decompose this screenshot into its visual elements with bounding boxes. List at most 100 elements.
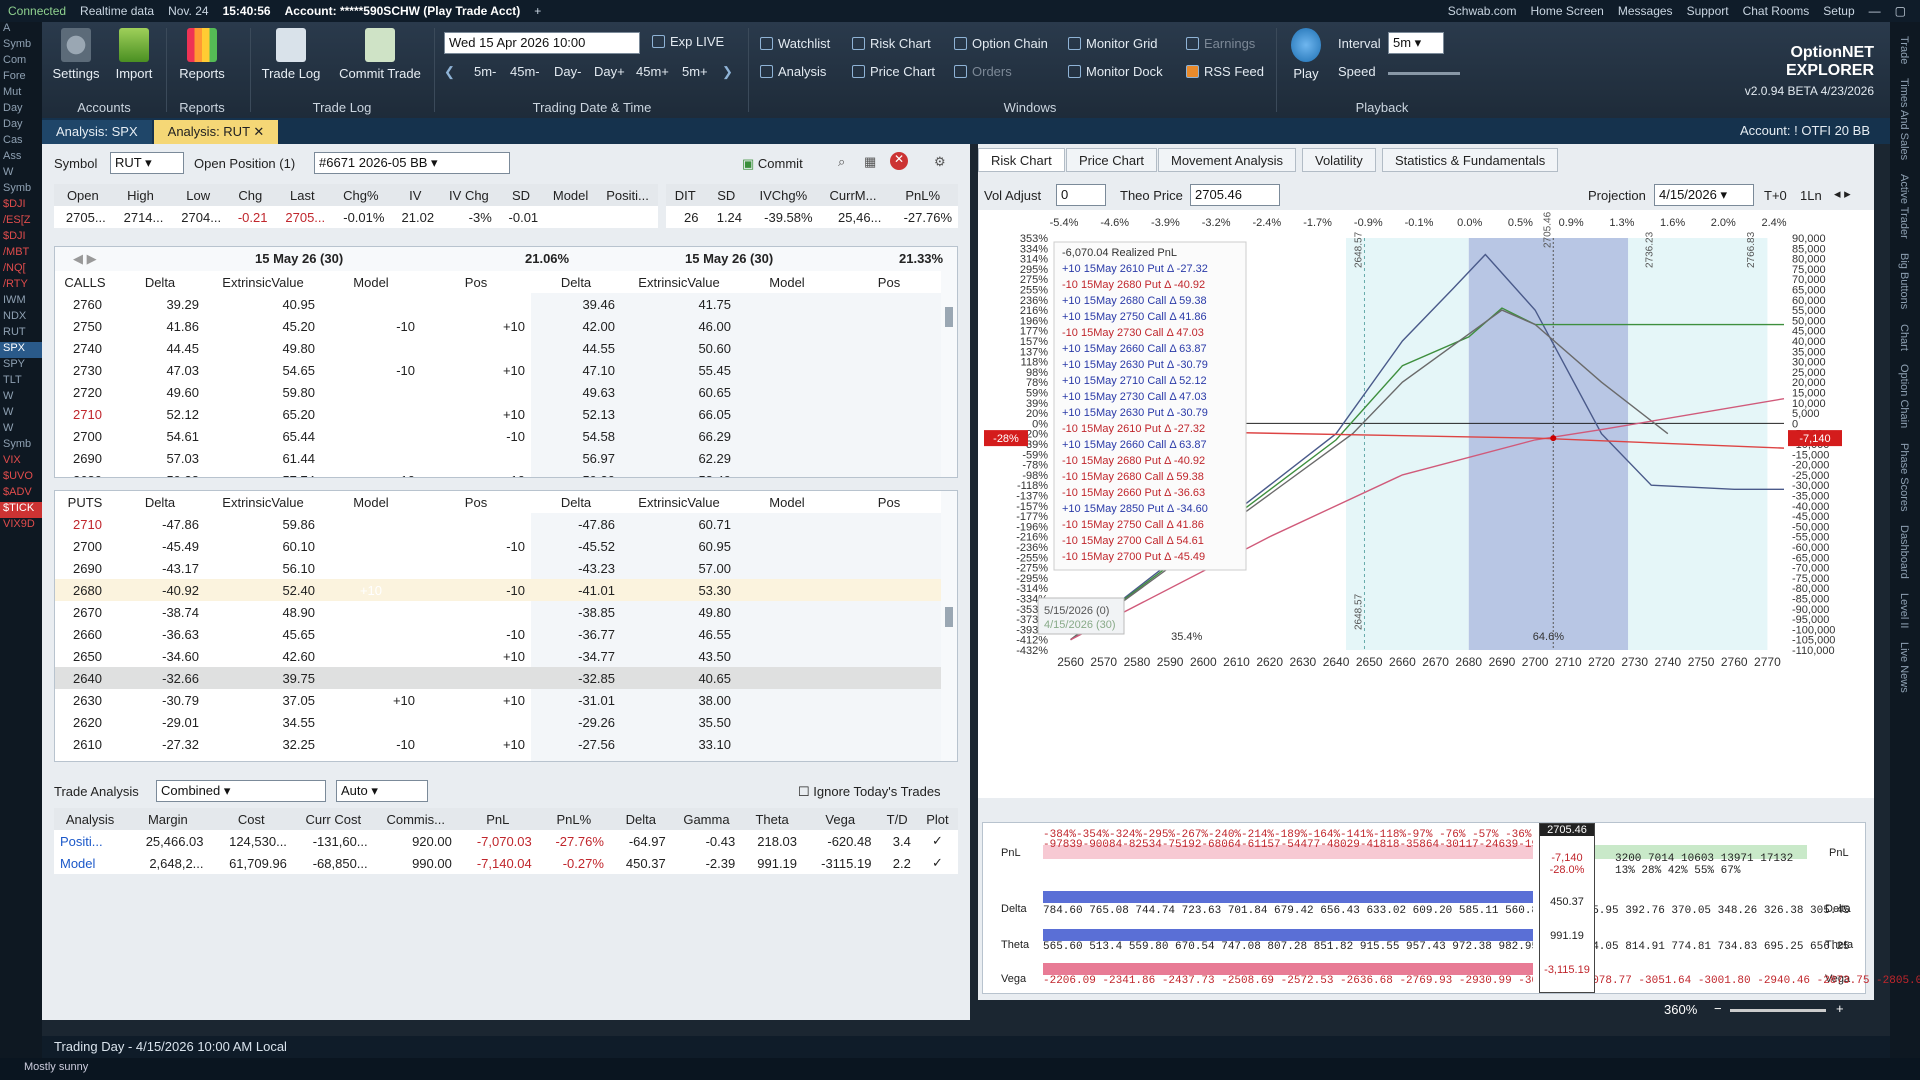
maximize-icon[interactable]: ▢	[1895, 4, 1906, 18]
rail-item[interactable]: VIX	[0, 454, 42, 470]
ta-col-header[interactable]: PnL%	[537, 808, 610, 830]
ta-col-header[interactable]: Analysis	[54, 808, 127, 830]
tab-volatility[interactable]: Volatility	[1302, 148, 1376, 172]
ta-col-header[interactable]: Cost	[209, 808, 293, 830]
calls-scrollbar[interactable]	[945, 307, 953, 327]
reports-button[interactable]: Reports	[172, 22, 232, 81]
table-cell[interactable]	[321, 645, 421, 667]
table-row[interactable]: 2690 -43.17 56.10 -43.23 57.00	[55, 557, 941, 579]
exp-live-toggle[interactable]: Exp LIVE	[652, 34, 724, 49]
tab-price-chart[interactable]: Price Chart	[1066, 148, 1158, 172]
table-row[interactable]: 2670 -38.74 48.90 -38.85 49.80	[55, 601, 941, 623]
rail-item[interactable]: SPY	[0, 358, 42, 374]
table-cell[interactable]	[737, 293, 837, 315]
puts-col-header[interactable]: Pos	[421, 491, 531, 513]
table-cell[interactable]	[737, 689, 837, 711]
lines-label[interactable]: 1Ln	[1800, 188, 1822, 203]
rail-item[interactable]: W	[0, 422, 42, 438]
vol-adjust-input[interactable]: 0	[1056, 184, 1106, 206]
rail-item[interactable]: NDX	[0, 310, 42, 326]
table-cell[interactable]	[737, 535, 837, 557]
step-5m-forward[interactable]: 5m+	[682, 64, 708, 79]
rail-tab-chart[interactable]: Chart	[1898, 324, 1910, 351]
link-schwab[interactable]: Schwab.com	[1448, 4, 1517, 18]
table-row[interactable]: 2600-25.7030.05 -25.9630.90	[55, 755, 941, 761]
rail-item[interactable]: Day	[0, 118, 42, 134]
puts-scrollbar[interactable]	[945, 607, 953, 627]
table-row[interactable]: 2630 -30.79 37.05 +10 +10 -31.01 38.00	[55, 689, 941, 711]
table-cell[interactable]	[837, 579, 941, 601]
rail-item[interactable]: $DJI	[0, 198, 42, 214]
table-row[interactable]: 2760 39.29 40.95 39.46 41.75	[55, 293, 941, 315]
table-cell[interactable]	[737, 601, 837, 623]
table-cell[interactable]	[321, 403, 421, 425]
table-cell[interactable]	[421, 557, 531, 579]
rail-item[interactable]: Symb	[0, 38, 42, 54]
rail-item[interactable]: TLT	[0, 374, 42, 390]
rail-item[interactable]: SPX	[0, 342, 42, 358]
table-cell[interactable]	[737, 711, 837, 733]
rail-item[interactable]: /RTY	[0, 278, 42, 294]
table-row[interactable]: 2720 49.60 59.80 49.63 60.65	[55, 381, 941, 403]
table-cell[interactable]	[321, 535, 421, 557]
calls-col-header[interactable]: Pos	[837, 271, 941, 293]
table-cell[interactable]	[737, 403, 837, 425]
rail-item[interactable]: $DJI	[0, 230, 42, 246]
table-cell[interactable]: -10	[321, 359, 421, 381]
plot-checkbox[interactable]: ✓	[917, 830, 958, 852]
table-row[interactable]: 2710 -47.86 59.86 -47.86 60.71	[55, 513, 941, 535]
table-row[interactable]: 2700 -45.49 60.10 -10 -45.52 60.95	[55, 535, 941, 557]
step-45m-forward[interactable]: 45m+	[636, 64, 669, 79]
option-chain-button[interactable]: Option Chain	[954, 36, 1048, 51]
table-cell[interactable]	[837, 469, 941, 477]
table-row[interactable]: 2730 47.03 54.65 -10 +10 47.10 55.45	[55, 359, 941, 381]
puts-col-header[interactable]: Delta	[115, 491, 205, 513]
table-cell[interactable]	[737, 755, 837, 761]
table-cell[interactable]	[837, 623, 941, 645]
rail-item[interactable]: Cas	[0, 134, 42, 150]
table-cell[interactable]	[321, 601, 421, 623]
ta-col-header[interactable]: Delta	[609, 808, 672, 830]
add-tab-icon[interactable]: +	[534, 4, 541, 18]
risk-chart-button[interactable]: Risk Chart	[852, 36, 931, 51]
table-cell[interactable]	[837, 425, 941, 447]
minimize-icon[interactable]: —	[1869, 4, 1881, 18]
table-row[interactable]: 2640 -32.66 39.75 -32.85 40.65	[55, 667, 941, 689]
ta-col-header[interactable]: Margin	[126, 808, 210, 830]
table-cell[interactable]	[837, 667, 941, 689]
table-cell[interactable]	[837, 447, 941, 469]
step-back-icon[interactable]: ❮	[444, 64, 455, 80]
rail-item[interactable]: Mut	[0, 86, 42, 102]
tab-analysis-rut[interactable]: Analysis: RUT ✕	[153, 120, 279, 144]
table-row[interactable]: 268059.3857.74+10-1059.3058.49	[55, 469, 941, 477]
monitor-dock-button[interactable]: Monitor Dock	[1068, 64, 1163, 79]
table-row[interactable]: 2700 54.61 65.44 -10 54.58 66.29	[55, 425, 941, 447]
close-icon[interactable]: ✕	[253, 124, 264, 139]
table-cell[interactable]	[737, 359, 837, 381]
table-cell[interactable]	[737, 469, 837, 477]
calls-col-header[interactable]: CALLS	[55, 271, 115, 293]
puts-col-header[interactable]: PUTS	[55, 491, 115, 513]
commit-trade-button[interactable]: Commit Trade	[332, 22, 428, 81]
rail-item[interactable]: Symb	[0, 182, 42, 198]
table-cell[interactable]	[737, 381, 837, 403]
table-cell[interactable]	[837, 293, 941, 315]
orders-button[interactable]: Orders	[954, 64, 1012, 79]
zoom-slider[interactable]	[1730, 1009, 1826, 1012]
play-button[interactable]: Play	[1282, 22, 1330, 81]
table-row[interactable]: 2650 -34.60 42.60 +10 -34.77 43.50	[55, 645, 941, 667]
rail-tab-option-chain[interactable]: Option Chain	[1898, 364, 1910, 428]
link-setup[interactable]: Setup	[1823, 4, 1854, 18]
calls-col-header[interactable]: Delta	[115, 271, 205, 293]
puts-col-header[interactable]: Model	[321, 491, 421, 513]
puts-col-header[interactable]: Delta	[531, 491, 621, 513]
table-cell[interactable]	[321, 667, 421, 689]
calls-col-header[interactable]: ExtrinsicValue	[205, 271, 321, 293]
rail-item[interactable]: /MBT	[0, 246, 42, 262]
table-row[interactable]: 2690 57.03 61.44 56.97 62.29	[55, 447, 941, 469]
theo-price-input[interactable]: 2705.46	[1190, 184, 1280, 206]
rail-tab-level-ii[interactable]: Level II	[1898, 593, 1910, 628]
table-cell[interactable]	[421, 381, 531, 403]
ta-col-header[interactable]: Commis...	[373, 808, 458, 830]
position-select[interactable]: #6671 2026-05 BB ▾	[314, 152, 510, 174]
